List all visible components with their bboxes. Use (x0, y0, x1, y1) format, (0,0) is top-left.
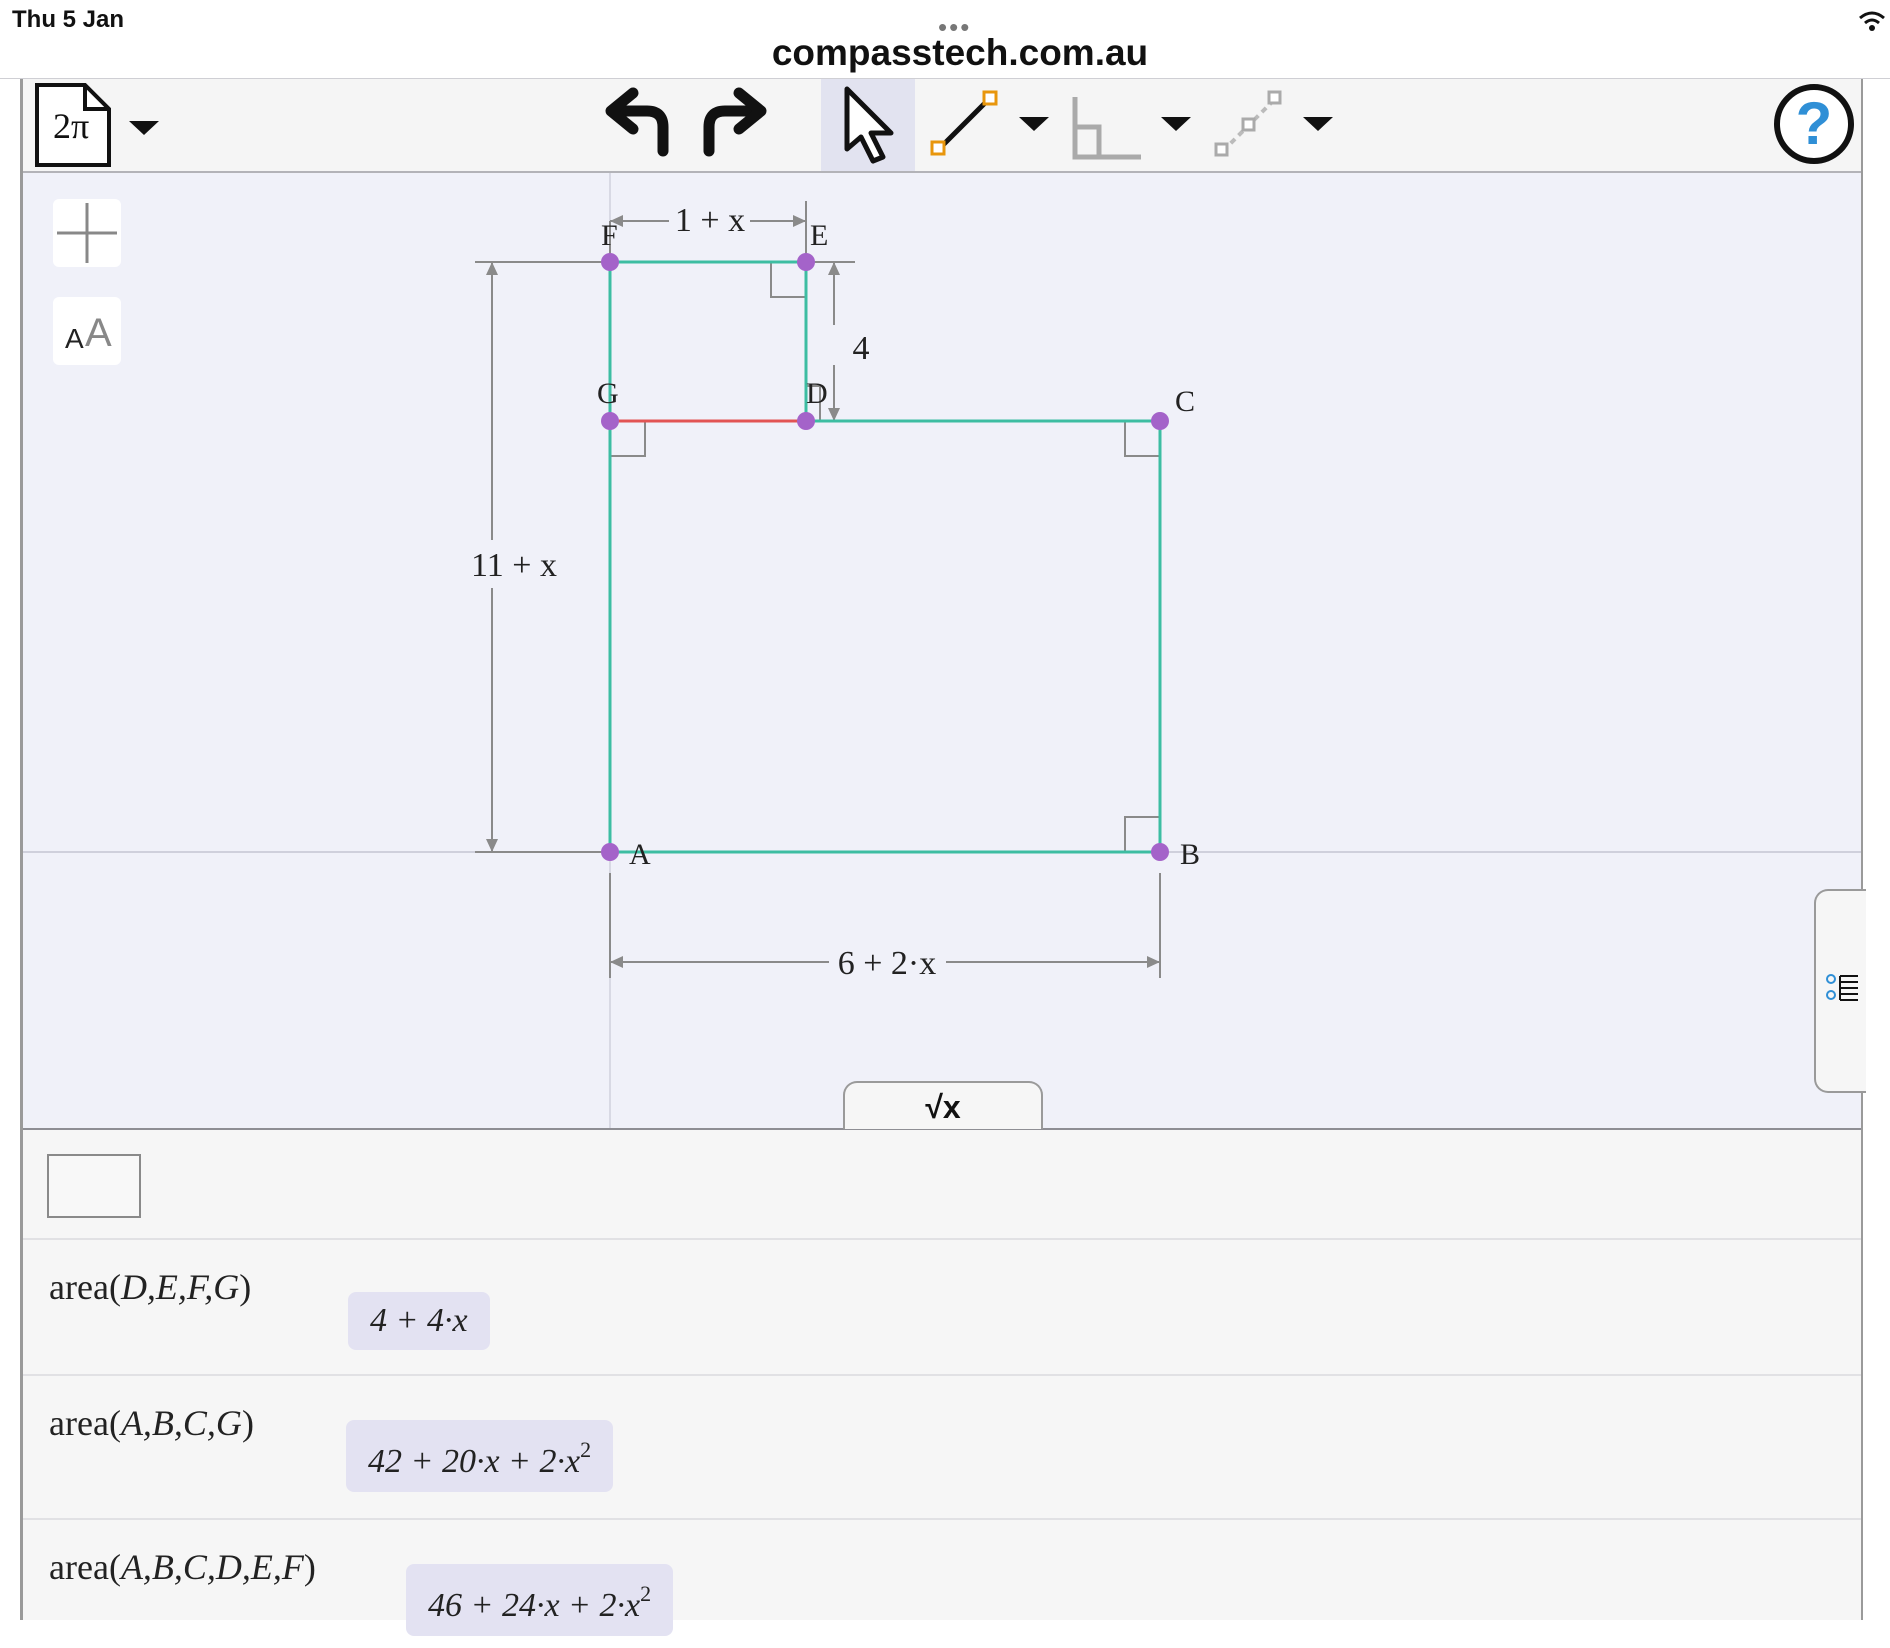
url-label[interactable]: compasstech.com.au (0, 32, 1890, 74)
cas-command-function: area (49, 1267, 109, 1307)
cas-result-power: 2 (580, 1437, 592, 1462)
point-d (797, 412, 815, 430)
cas-row[interactable]: area(A,B,C,G) 42 + 20·x + 2·x2 (23, 1374, 1861, 1518)
cas-panel: area(D,E,F,G) 4 + 4·x area(A,B,C,G) 42 +… (23, 1130, 1861, 1636)
transform-tool-icon[interactable] (1211, 87, 1287, 163)
cas-result-text: 46 + 24·x + 2·x (428, 1587, 641, 1624)
cas-command[interactable]: area(D,E,F,G) (49, 1266, 251, 1308)
label-b: B (1180, 838, 1200, 871)
dim-label-top: 1 + x (675, 202, 745, 239)
cas-input[interactable] (47, 1154, 141, 1218)
point-e (797, 253, 815, 271)
chevron-down-icon[interactable] (1301, 115, 1335, 133)
object-list-tab[interactable] (1814, 889, 1866, 1093)
label-a: A (629, 838, 651, 871)
redo-icon[interactable] (693, 87, 769, 161)
cas-command-args: A,B,C,G (120, 1403, 242, 1443)
measure-tool-icon[interactable] (1069, 93, 1145, 163)
cas-result[interactable]: 4 + 4·x (348, 1292, 490, 1350)
point-b (1151, 843, 1169, 861)
dim-label-left: 11 + x (471, 547, 557, 584)
cas-command-args: A,B,C,D,E,F (120, 1547, 304, 1587)
label-g: G (597, 377, 619, 410)
toolbar: 2π ? (23, 79, 1861, 173)
point-c (1151, 412, 1169, 430)
list-icon (1826, 974, 1858, 1001)
cas-tab[interactable]: √x (843, 1081, 1043, 1129)
point-g (601, 412, 619, 430)
undo-icon[interactable] (603, 87, 679, 161)
geometry-app: 2π ? A A F E G D C A B 1 + x 4 11 + x 6 … (20, 79, 1866, 1636)
point-f (601, 253, 619, 271)
file-label: 2π (53, 106, 90, 146)
cas-command-args: D,E,F,G (120, 1267, 240, 1307)
file-menu-button[interactable]: 2π (33, 83, 159, 169)
wifi-icon (1859, 11, 1885, 31)
cas-command-function: area (49, 1403, 109, 1443)
status-date: Thu 5 Jan (12, 6, 125, 33)
small-rectangle-edges (608, 260, 808, 421)
geometry-canvas[interactable]: A A F E G D C A B 1 + x 4 11 + x 6 + 2·x… (23, 173, 1866, 1130)
status-bar: Thu 5 Jan ••• compasstech.com.au (0, 0, 1890, 78)
large-rectangle-edges (608, 419, 1162, 854)
chevron-down-icon[interactable] (1017, 115, 1051, 133)
point-a (601, 843, 619, 861)
segment-tool-icon[interactable] (929, 89, 999, 159)
label-c: C (1175, 385, 1195, 418)
sqrt-x-icon: √x (925, 1089, 961, 1125)
dim-label-right: 4 (853, 330, 870, 367)
label-d: D (806, 377, 828, 410)
cas-command[interactable]: area(A,B,C,G) (49, 1402, 254, 1444)
cas-result-power: 2 (640, 1581, 652, 1606)
chevron-down-icon[interactable] (1159, 115, 1193, 133)
chevron-down-icon (129, 121, 159, 135)
help-label: ? (1795, 90, 1833, 157)
label-e: E (810, 219, 828, 252)
geometry-diagram[interactable]: F E G D C A B 1 + x 4 11 + x 6 + 2·x (23, 173, 1861, 1128)
cas-command[interactable]: area(A,B,C,D,E,F) (49, 1546, 316, 1588)
dim-label-bottom: 6 + 2·x (838, 945, 937, 982)
cas-result[interactable]: 42 + 20·x + 2·x2 (346, 1420, 614, 1492)
cas-row[interactable]: area(D,E,F,G) 4 + 4·x (23, 1238, 1861, 1374)
cas-result-text: 42 + 20·x + 2·x (368, 1443, 581, 1480)
pointer-icon (844, 86, 894, 164)
cas-command-function: area (49, 1547, 109, 1587)
help-button[interactable]: ? (1773, 83, 1855, 165)
cas-result[interactable]: 46 + 24·x + 2·x2 (406, 1564, 674, 1636)
cas-result-text: 4 + 4·x (370, 1302, 468, 1339)
select-tool-button[interactable] (821, 79, 915, 171)
right-angle-markers (610, 262, 1160, 852)
cas-row[interactable]: area(A,B,C,D,E,F) 46 + 24·x + 2·x2 (23, 1518, 1861, 1636)
label-f: F (601, 219, 618, 252)
dimension-arrows (486, 215, 1160, 968)
